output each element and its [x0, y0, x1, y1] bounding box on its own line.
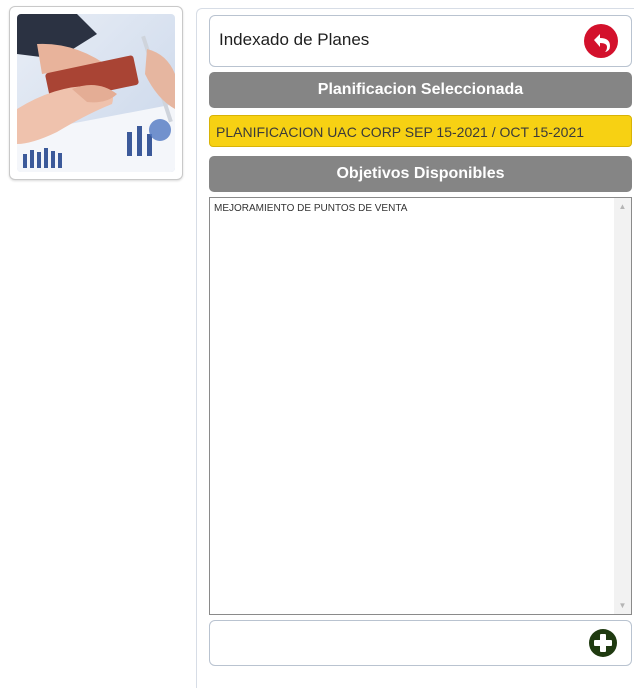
scroll-up-arrow-icon[interactable]: ▲ [614, 198, 631, 215]
plus-circle-icon [589, 629, 617, 657]
footer-box [209, 620, 632, 666]
undo-arrow-icon [584, 24, 618, 58]
selected-plan-header: Planificacion Seleccionada [209, 72, 632, 108]
page-title: Indexado de Planes [219, 30, 370, 49]
objectives-listbox[interactable]: MEJORAMIENTO DE PUNTOS DE VENTA ▲ ▼ [209, 197, 632, 615]
back-button[interactable] [583, 23, 619, 59]
available-objectives-header: Objetivos Disponibles [209, 156, 632, 192]
plan-thumbnail-card [9, 6, 183, 180]
add-objective-button[interactable] [588, 628, 618, 658]
vertical-scrollbar[interactable]: ▲ ▼ [614, 198, 631, 614]
list-item[interactable]: MEJORAMIENTO DE PUNTOS DE VENTA [214, 203, 407, 214]
business-chart-photo [17, 14, 175, 172]
scroll-down-arrow-icon[interactable]: ▼ [614, 597, 631, 614]
plan-index-panel: Indexado de Planes Planificacion Selecci… [196, 8, 634, 688]
selected-plan-value: PLANIFICACION UAC CORP SEP 15-2021 / OCT… [209, 115, 632, 147]
header-box: Indexado de Planes [209, 15, 632, 67]
